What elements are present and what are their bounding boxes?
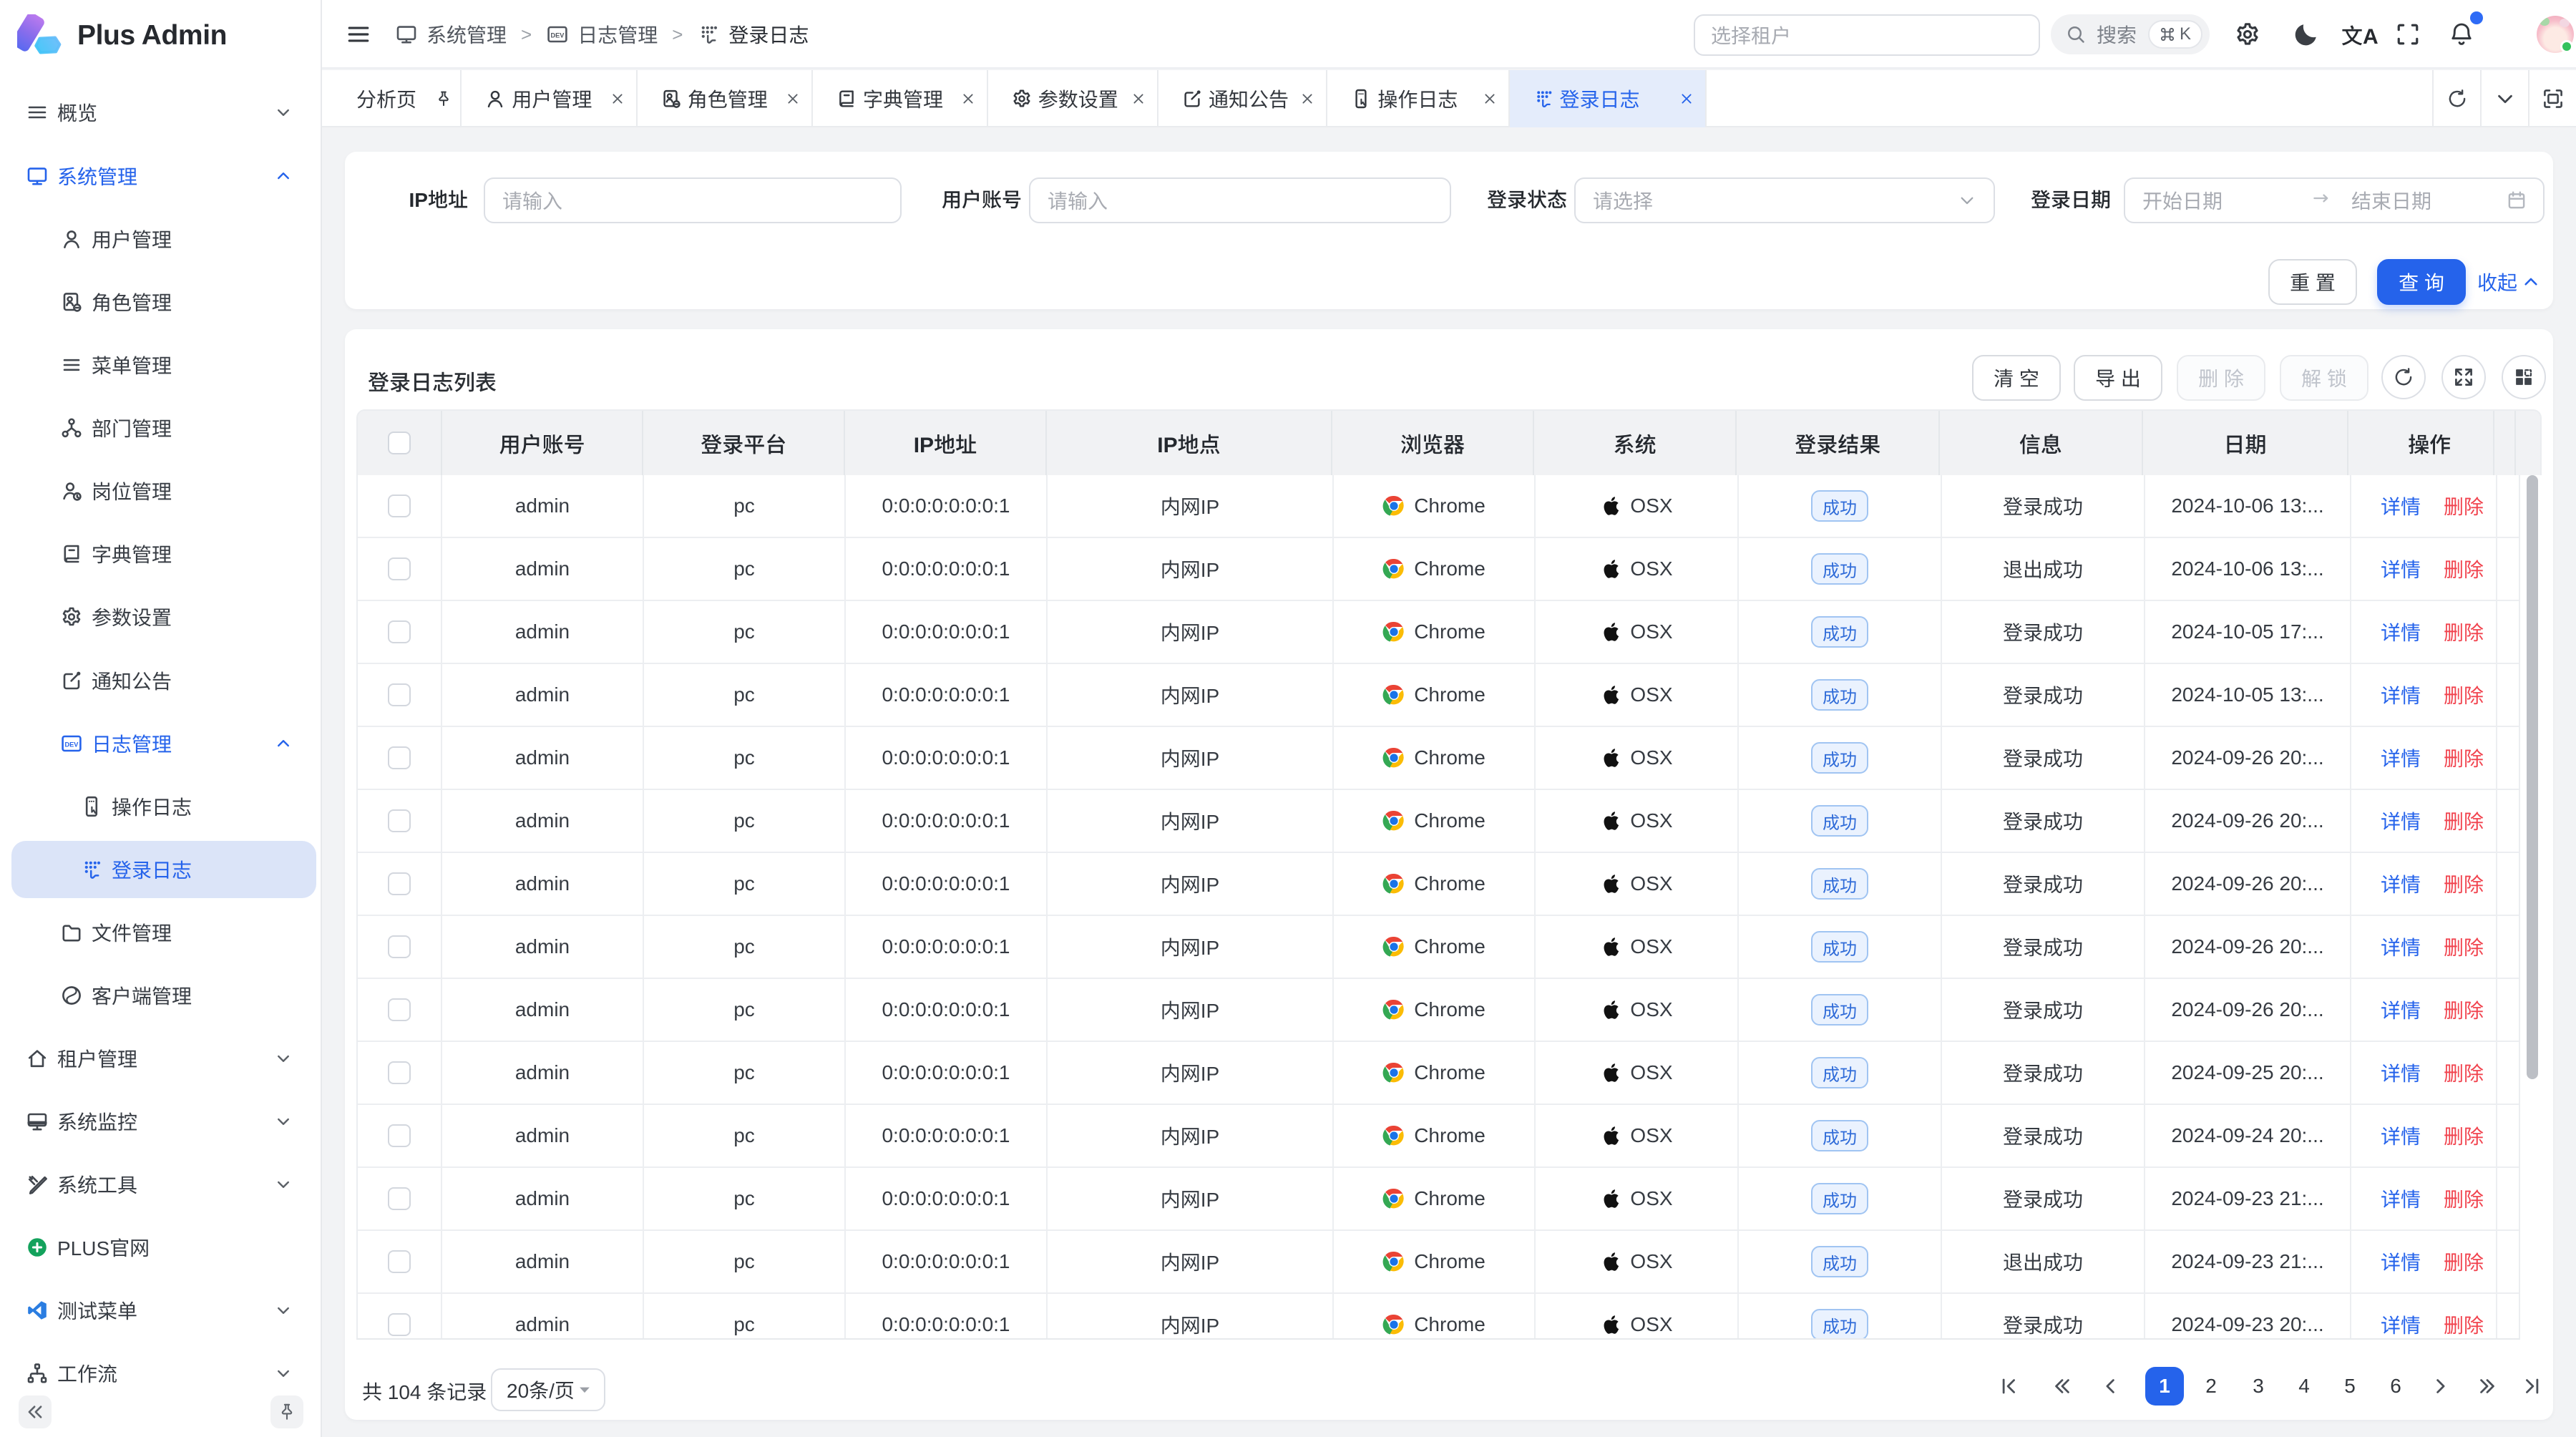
svg-text:DEV: DEV — [551, 31, 565, 39]
svg-text:DEV: DEV — [65, 741, 79, 748]
